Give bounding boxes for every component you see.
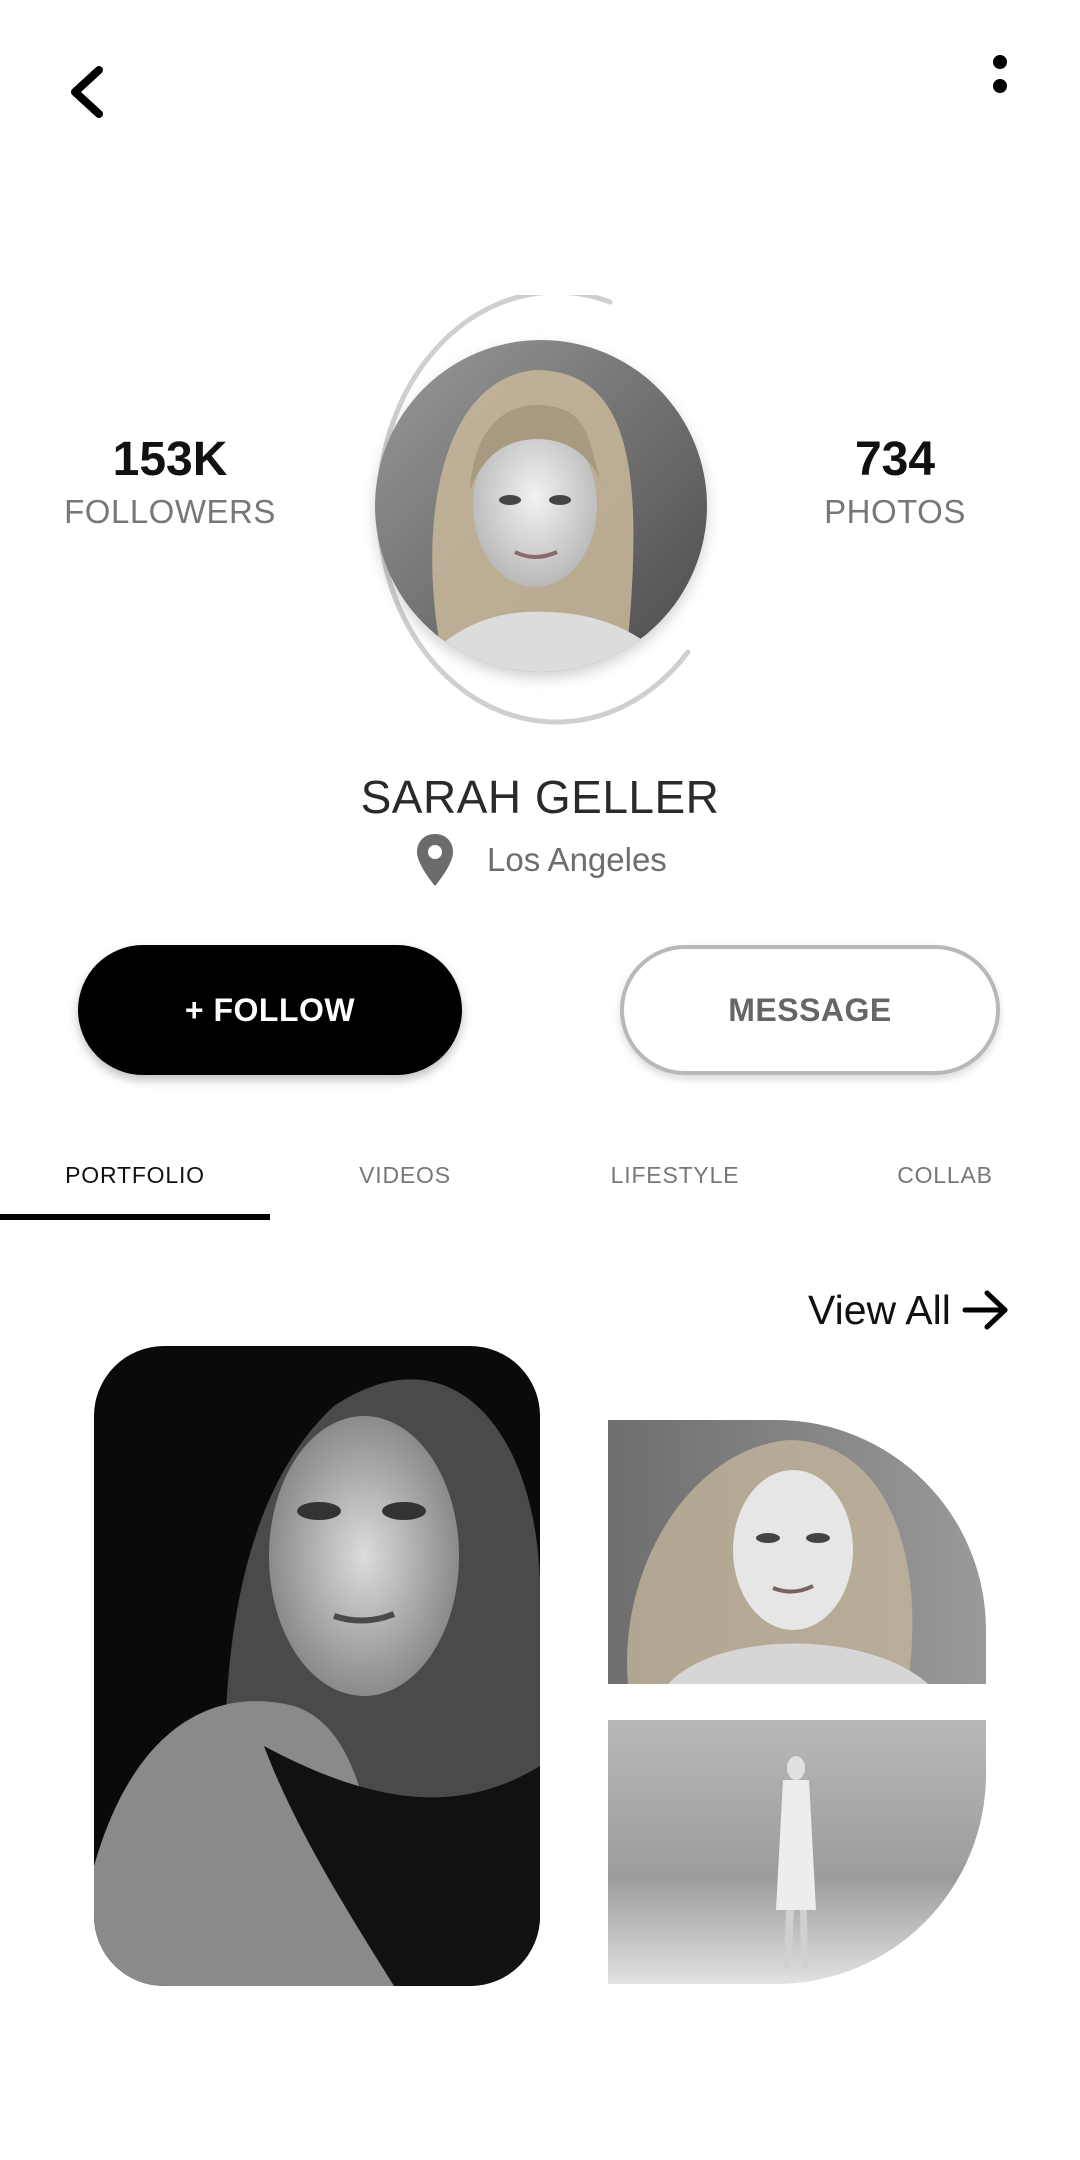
tab-bar: PORTFOLIO VIDEOS LIFESTYLE COLLAB [0, 1125, 1080, 1225]
view-all-link[interactable]: View All [808, 1280, 1011, 1340]
arrow-right-icon [962, 1290, 1008, 1330]
tab-label: PORTFOLIO [65, 1161, 205, 1188]
tab-label: VIDEOS [359, 1161, 451, 1188]
tab-lifestyle[interactable]: LIFESTYLE [540, 1125, 810, 1225]
active-tab-indicator [0, 1214, 270, 1220]
followers-label: FOLLOWERS [64, 492, 276, 530]
profile-name: SARAH GELLER [360, 771, 720, 823]
tab-videos[interactable]: VIDEOS [270, 1125, 540, 1225]
followers-stat[interactable]: 153K FOLLOWERS [40, 433, 300, 531]
gallery-photo-3[interactable] [608, 1720, 986, 1984]
back-button[interactable] [48, 52, 128, 132]
vertical-dots-icon [993, 55, 1007, 93]
follow-button[interactable]: + FOLLOW [78, 945, 462, 1075]
tab-collab[interactable]: COLLAB [810, 1125, 1080, 1225]
tab-label: LIFESTYLE [610, 1161, 740, 1188]
photos-count: 734 [854, 433, 936, 486]
portrait-closeup [94, 1346, 540, 1986]
avatar[interactable] [375, 340, 707, 672]
profile-location: Los Angeles [415, 830, 667, 890]
photos-stat[interactable]: 734 PHOTOS [765, 433, 1025, 531]
photos-label: PHOTOS [824, 492, 966, 530]
gallery-photo-2[interactable] [608, 1420, 986, 1684]
portrait-windblown [608, 1420, 986, 1684]
message-button[interactable]: MESSAGE [620, 945, 1000, 1075]
chevron-left-icon [71, 66, 103, 118]
tab-portfolio[interactable]: PORTFOLIO [0, 1125, 270, 1225]
message-label: MESSAGE [728, 991, 892, 1028]
full-length-standing [608, 1720, 986, 1984]
followers-count: 153K [112, 433, 228, 486]
profile-photo [375, 340, 707, 672]
location-text: Los Angeles [487, 841, 667, 878]
more-options-button[interactable] [960, 44, 1040, 124]
gallery-photo-1[interactable] [94, 1346, 540, 1986]
map-pin-icon [417, 834, 453, 886]
view-all-label: View All [808, 1286, 951, 1333]
profile-screen: 153K FOLLOWERS 734 PHOTOS SARAH GELLER L… [0, 0, 1080, 2160]
follow-label: + FOLLOW [184, 991, 356, 1028]
tab-label: COLLAB [897, 1161, 993, 1188]
